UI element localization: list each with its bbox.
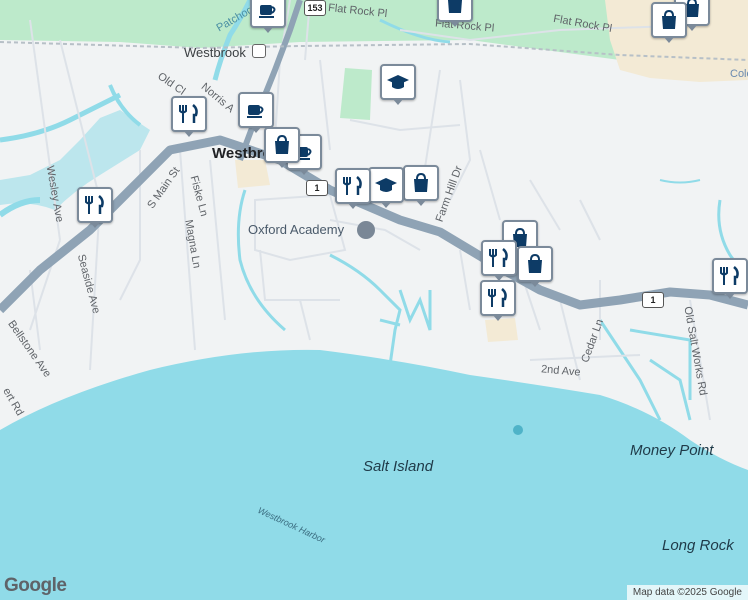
map-base: [0, 0, 748, 600]
restaurant-icon: [489, 248, 508, 267]
shopping-bag-icon: [528, 253, 542, 273]
restaurant-pin-2[interactable]: [77, 187, 113, 228]
map-canvas[interactable]: Flat Rock Pl Flat Rock Pl Flat Rock Pl W…: [0, 0, 748, 600]
coffee-icon: [259, 5, 276, 18]
shopping-bag-icon: [275, 134, 289, 154]
oxford-academy-label[interactable]: Oxford Academy: [248, 222, 344, 237]
route-1-shield-a: 1: [306, 180, 328, 196]
shopping-pin-7[interactable]: [517, 246, 553, 287]
restaurant-pin-1[interactable]: [171, 96, 207, 137]
graduation-cap-icon: [387, 75, 409, 89]
shopping-bag-icon: [414, 172, 428, 192]
westbrook-station-label: Westbrook: [184, 45, 246, 60]
google-logo: Google: [4, 575, 67, 596]
coffee-icon: [247, 105, 264, 118]
shopping-bag-icon: [662, 9, 676, 29]
restaurant-icon: [343, 176, 362, 195]
colo-label: Colo: [730, 68, 748, 80]
shopping-pin-1[interactable]: [437, 0, 473, 27]
salt-island-label: Salt Island: [363, 458, 434, 475]
restaurant-icon: [720, 266, 739, 285]
oxford-academy-icon[interactable]: [357, 221, 375, 239]
restaurant-icon: [85, 195, 104, 214]
route-1-shield-b: 1: [642, 292, 664, 308]
restaurant-pin-6[interactable]: [712, 258, 748, 299]
restaurant-pin-5[interactable]: [480, 280, 516, 321]
train-station-icon[interactable]: [252, 44, 266, 58]
shopping-pin-3[interactable]: [651, 2, 687, 43]
school-pin-2[interactable]: [368, 167, 404, 208]
school-pin-1[interactable]: [380, 64, 416, 105]
route-153-shield: 153: [304, 0, 326, 16]
restaurant-icon: [179, 104, 198, 123]
shopping-pin-5[interactable]: [403, 165, 439, 206]
shopping-pin-4[interactable]: [264, 127, 300, 168]
shopping-bag-icon: [448, 0, 462, 13]
coffee-pin-1[interactable]: [250, 0, 286, 33]
money-point-label: Money Point: [630, 442, 714, 459]
restaurant-pin-4[interactable]: [481, 240, 517, 281]
map-attribution[interactable]: Map data ©2025 Google: [626, 585, 748, 600]
restaurant-icon: [488, 288, 507, 307]
coffee-pin-2[interactable]: [238, 92, 274, 133]
long-rock-label: Long Rock: [662, 537, 734, 554]
graduation-cap-icon: [375, 178, 397, 192]
restaurant-pin-3[interactable]: [335, 168, 371, 209]
